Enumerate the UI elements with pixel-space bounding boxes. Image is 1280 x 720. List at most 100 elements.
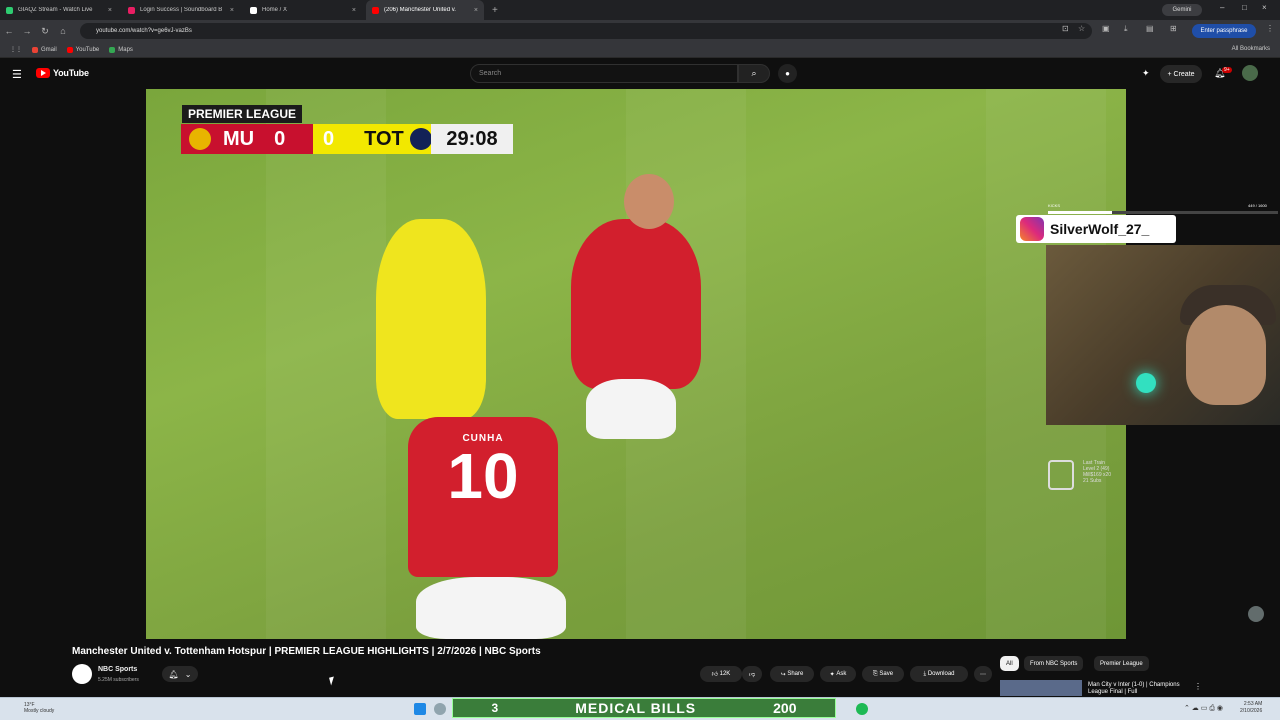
- back-icon[interactable]: ←: [0, 26, 18, 36]
- close-icon[interactable]: ×: [352, 7, 356, 14]
- browser-tab[interactable]: GIAQZ Stream - Watch Live ×: [0, 0, 118, 20]
- cunha-shirt: CUNHA 10: [408, 417, 558, 577]
- ask-button[interactable]: ✦ Ask: [820, 666, 856, 682]
- bookmark-label: Maps: [118, 46, 133, 53]
- voice-search-button[interactable]: ●: [778, 64, 797, 83]
- chip-all[interactable]: All: [1000, 656, 1019, 671]
- share-button[interactable]: ↪ Share: [770, 666, 814, 682]
- close-icon[interactable]: ×: [108, 7, 112, 14]
- player-shorts: [586, 379, 676, 439]
- install-icon[interactable]: ⊡: [1062, 24, 1069, 33]
- youtube-logo-text: YouTube: [53, 68, 89, 78]
- player-shorts: [416, 577, 566, 639]
- subscriber-count: 5.25M subscribers: [98, 677, 139, 683]
- spotify-icon[interactable]: [856, 703, 868, 715]
- man-utd-crest-icon: [189, 128, 211, 150]
- close-window-icon[interactable]: ×: [1262, 3, 1267, 12]
- recommended-thumbnail[interactable]: [1000, 680, 1082, 696]
- pitch-stripe: [266, 89, 386, 639]
- save-button[interactable]: ⎘ Save: [862, 666, 904, 682]
- search-placeholder: Search: [479, 70, 502, 77]
- youtube-logo[interactable]: YouTube: [36, 68, 89, 78]
- minimize-icon[interactable]: –: [1220, 3, 1224, 12]
- train-line: 21 Subs: [1083, 478, 1102, 484]
- system-tray-icons[interactable]: ⌃ ☁ ▭ ⎙ ◉: [1184, 704, 1223, 713]
- forward-icon[interactable]: →: [18, 26, 36, 36]
- more-actions-button[interactable]: ⋯: [974, 666, 992, 682]
- webcam-face: [1186, 305, 1266, 405]
- kicks-label: KICKS: [1048, 203, 1061, 208]
- bell-icon: 🔔︎: [168, 669, 179, 679]
- apps-icon[interactable]: ⋮⋮: [10, 46, 22, 53]
- home-team-panel: MU 0: [181, 124, 313, 154]
- notification-badge: 9+: [1222, 67, 1232, 73]
- chip-label: From NBC Sports: [1030, 660, 1078, 667]
- chip-premier-league[interactable]: Premier League: [1094, 656, 1149, 671]
- mouse-cursor-icon: [329, 676, 336, 686]
- youtube-header: ☰ YouTube Search ⌕ ● ✦ + Create 🔔︎ 9+: [0, 59, 1280, 89]
- tab-favicon-icon: [128, 6, 135, 14]
- download-button[interactable]: ⤓ Download: [910, 666, 968, 682]
- address-bar[interactable]: youtube.com/watch?v=ge6vJ-vazBs: [80, 23, 1092, 39]
- create-button[interactable]: + Create: [1160, 65, 1202, 83]
- close-icon[interactable]: ×: [230, 7, 234, 14]
- menu-dots-icon[interactable]: ⋮: [1266, 24, 1274, 33]
- maximize-icon[interactable]: □: [1242, 3, 1247, 12]
- hamburger-menu-icon[interactable]: ☰: [12, 68, 22, 81]
- home-score: 0: [274, 127, 286, 150]
- sidepanel-icon[interactable]: ▤: [1146, 24, 1154, 33]
- channel-avatar[interactable]: [72, 664, 92, 684]
- cast-icon[interactable]: ⊞: [1170, 24, 1177, 33]
- instagram-tag: SilverWolf_27_: [1016, 215, 1176, 243]
- search-input[interactable]: Search: [470, 64, 738, 83]
- browser-tab-active[interactable]: (206) Manchester United v. ×: [366, 0, 484, 20]
- search-button[interactable]: ⌕: [738, 64, 770, 83]
- windows-start-icon[interactable]: [414, 703, 426, 715]
- browser-tab[interactable]: Login Success | Soundboard B ×: [122, 0, 240, 20]
- extensions-icon[interactable]: ▣: [1102, 24, 1110, 33]
- bookmark-maps[interactable]: Maps: [109, 46, 133, 53]
- browser-tab-strip: GIAQZ Stream - Watch Live × Login Succes…: [0, 0, 1280, 20]
- tab-label: GIAQZ Stream - Watch Live: [18, 7, 93, 13]
- star-icon[interactable]: ☆: [1078, 24, 1085, 33]
- chip-from-nbc[interactable]: From NBC Sports: [1024, 656, 1084, 671]
- home-icon[interactable]: ⌂: [54, 26, 72, 36]
- gem-icon[interactable]: ✦: [1142, 68, 1150, 79]
- like-button[interactable]: 👍︎ 12K: [700, 666, 742, 682]
- away-team-panel: 0 TOT: [313, 124, 432, 154]
- browser-tab[interactable]: Home / X ×: [244, 0, 362, 20]
- away-team: TOT: [364, 127, 404, 150]
- all-bookmarks-button[interactable]: All Bookmarks: [1232, 46, 1270, 52]
- tab-label: (206) Manchester United v.: [384, 7, 456, 13]
- like-count: 12K: [719, 671, 731, 677]
- windows-taskbar: 13°F Mostly cloudy 3 MEDICAL BILLS 200 ⌃…: [0, 697, 1280, 720]
- weather-widget[interactable]: 13°F Mostly cloudy: [24, 702, 54, 714]
- system-clock[interactable]: 2:53 AM 2/10/2026: [1240, 701, 1262, 715]
- video-player[interactable]: PREMIER LEAGUE MU 0 0 TOT 29:08 CUNHA 10: [146, 89, 1126, 639]
- download-label: Download: [927, 671, 955, 677]
- banner-right-value: 200: [773, 700, 797, 716]
- tab-label: Login Success | Soundboard B: [140, 7, 223, 13]
- passphrase-button[interactable]: Enter passphrase: [1192, 24, 1256, 38]
- bookmark-gmail[interactable]: Gmail: [32, 46, 57, 53]
- download-icon[interactable]: ⤓: [1124, 24, 1128, 34]
- bookmark-label: Gmail: [41, 46, 57, 53]
- dislike-button[interactable]: 👎︎: [742, 666, 762, 682]
- recommended-title[interactable]: Man City v Inter (1-0) | Champions Leagu…: [1088, 682, 1188, 696]
- subscribe-bell-button[interactable]: 🔔︎ ⌄: [162, 666, 198, 682]
- channel-name[interactable]: NBC Sports: [98, 666, 137, 673]
- reload-icon[interactable]: ↻: [36, 26, 54, 37]
- more-dots-icon[interactable]: ⋮: [1194, 682, 1202, 691]
- avatar[interactable]: [1242, 65, 1258, 81]
- kicks-progress: [1048, 211, 1278, 214]
- search-icon[interactable]: [434, 703, 446, 715]
- chip-label: All: [1006, 660, 1013, 667]
- plus-icon[interactable]: +: [492, 5, 498, 16]
- close-icon[interactable]: ×: [474, 7, 478, 14]
- bookmark-youtube[interactable]: YouTube: [66, 46, 99, 53]
- chevron-down-icon: ⌄: [184, 669, 192, 679]
- spurs-crest-icon: [409, 128, 432, 150]
- gemini-button[interactable]: Gemini: [1162, 4, 1202, 16]
- sparkle-icon: ✦: [829, 671, 835, 678]
- youtube-favicon-icon: [372, 6, 379, 14]
